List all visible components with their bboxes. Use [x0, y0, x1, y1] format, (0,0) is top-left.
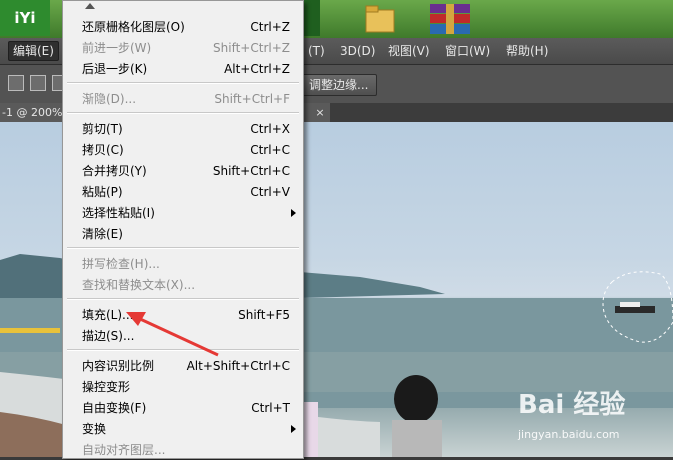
menu-item-stroke[interactable]: 描边(S)... — [64, 326, 302, 346]
menu-separator — [67, 247, 299, 249]
menu-separator — [67, 82, 299, 84]
submenu-arrow-icon — [291, 425, 296, 433]
menu-separator — [67, 112, 299, 114]
edit-menu-dropdown: 还原栅格化图层(O) Ctrl+Z 前进一步(W) Shift+Ctrl+Z 后退一… — [62, 0, 304, 459]
menu-item-undo-rasterize[interactable]: 还原栅格化图层(O) Ctrl+Z — [64, 17, 302, 37]
winrar-icon[interactable] — [428, 2, 472, 36]
app-shortcut-icon[interactable] — [304, 0, 320, 36]
menu-item-clear[interactable]: 清除(E) — [64, 224, 302, 244]
menu-item-cut[interactable]: 剪切(T) Ctrl+X — [64, 119, 302, 139]
menu-window[interactable]: 窗口(W) — [441, 42, 494, 60]
menu-item-check-spelling: 拼写检查(H)... — [82, 257, 160, 271]
menu-filter[interactable]: (T) — [304, 42, 329, 60]
add-selection-icon[interactable] — [30, 75, 46, 91]
submenu-arrow-icon — [291, 209, 296, 217]
refine-edge-button[interactable]: 调整边缘... — [300, 74, 378, 96]
menu-item-step-backward[interactable]: 后退一步(K) Alt+Ctrl+Z — [64, 59, 302, 79]
folder-icon[interactable] — [364, 2, 396, 34]
menu-separator — [67, 349, 299, 351]
iqiyi-app-icon[interactable]: iYi — [0, 0, 50, 36]
menu-edit[interactable]: 编辑(E) — [8, 41, 59, 61]
menu-item-find-replace: 查找和替换文本(X)... — [82, 278, 196, 292]
menu-item-auto-align-layers: 自动对齐图层... — [82, 443, 166, 457]
menu-item-paste-special[interactable]: 选择性粘贴(I) — [64, 203, 302, 223]
watermark-url: jingyan.baidu.com — [518, 428, 620, 441]
watermark-logo: Bai 经验 — [518, 390, 626, 420]
scroll-up-icon[interactable] — [85, 3, 95, 9]
document-tab-title: -1 @ 200% — [2, 106, 63, 119]
menu-item-copy[interactable]: 拷贝(C) Ctrl+C — [64, 140, 302, 160]
menu-item-copy-merged[interactable]: 合并拷贝(Y) Shift+Ctrl+C — [64, 161, 302, 181]
menu-view[interactable]: 视图(V) — [384, 42, 434, 60]
close-icon[interactable]: × — [312, 103, 328, 122]
menu-item-paste[interactable]: 粘贴(P) Ctrl+V — [64, 182, 302, 202]
menu-help[interactable]: 帮助(H) — [502, 42, 552, 60]
baidu-watermark: Bai 经验 jingyan.baidu.com — [518, 384, 668, 454]
menu-separator — [67, 298, 299, 300]
menu-item-content-aware-scale[interactable]: 内容识别比例 Alt+Shift+Ctrl+C — [64, 356, 302, 376]
menu-item-transform[interactable]: 变换 — [64, 419, 302, 439]
menu-item-fill[interactable]: 填充(L)... Shift+F5 — [64, 305, 302, 325]
menu-item-free-transform[interactable]: 自由变换(F) Ctrl+T — [64, 398, 302, 418]
menu-item-fade: 渐隐(D)... Shift+Ctrl+F — [82, 92, 290, 106]
menu-item-step-forward: 前进一步(W) Shift+Ctrl+Z — [82, 41, 290, 55]
new-selection-icon[interactable] — [8, 75, 24, 91]
menu-3d[interactable]: 3D(D) — [336, 42, 379, 60]
menu-item-puppet-warp[interactable]: 操控变形 — [64, 377, 302, 397]
